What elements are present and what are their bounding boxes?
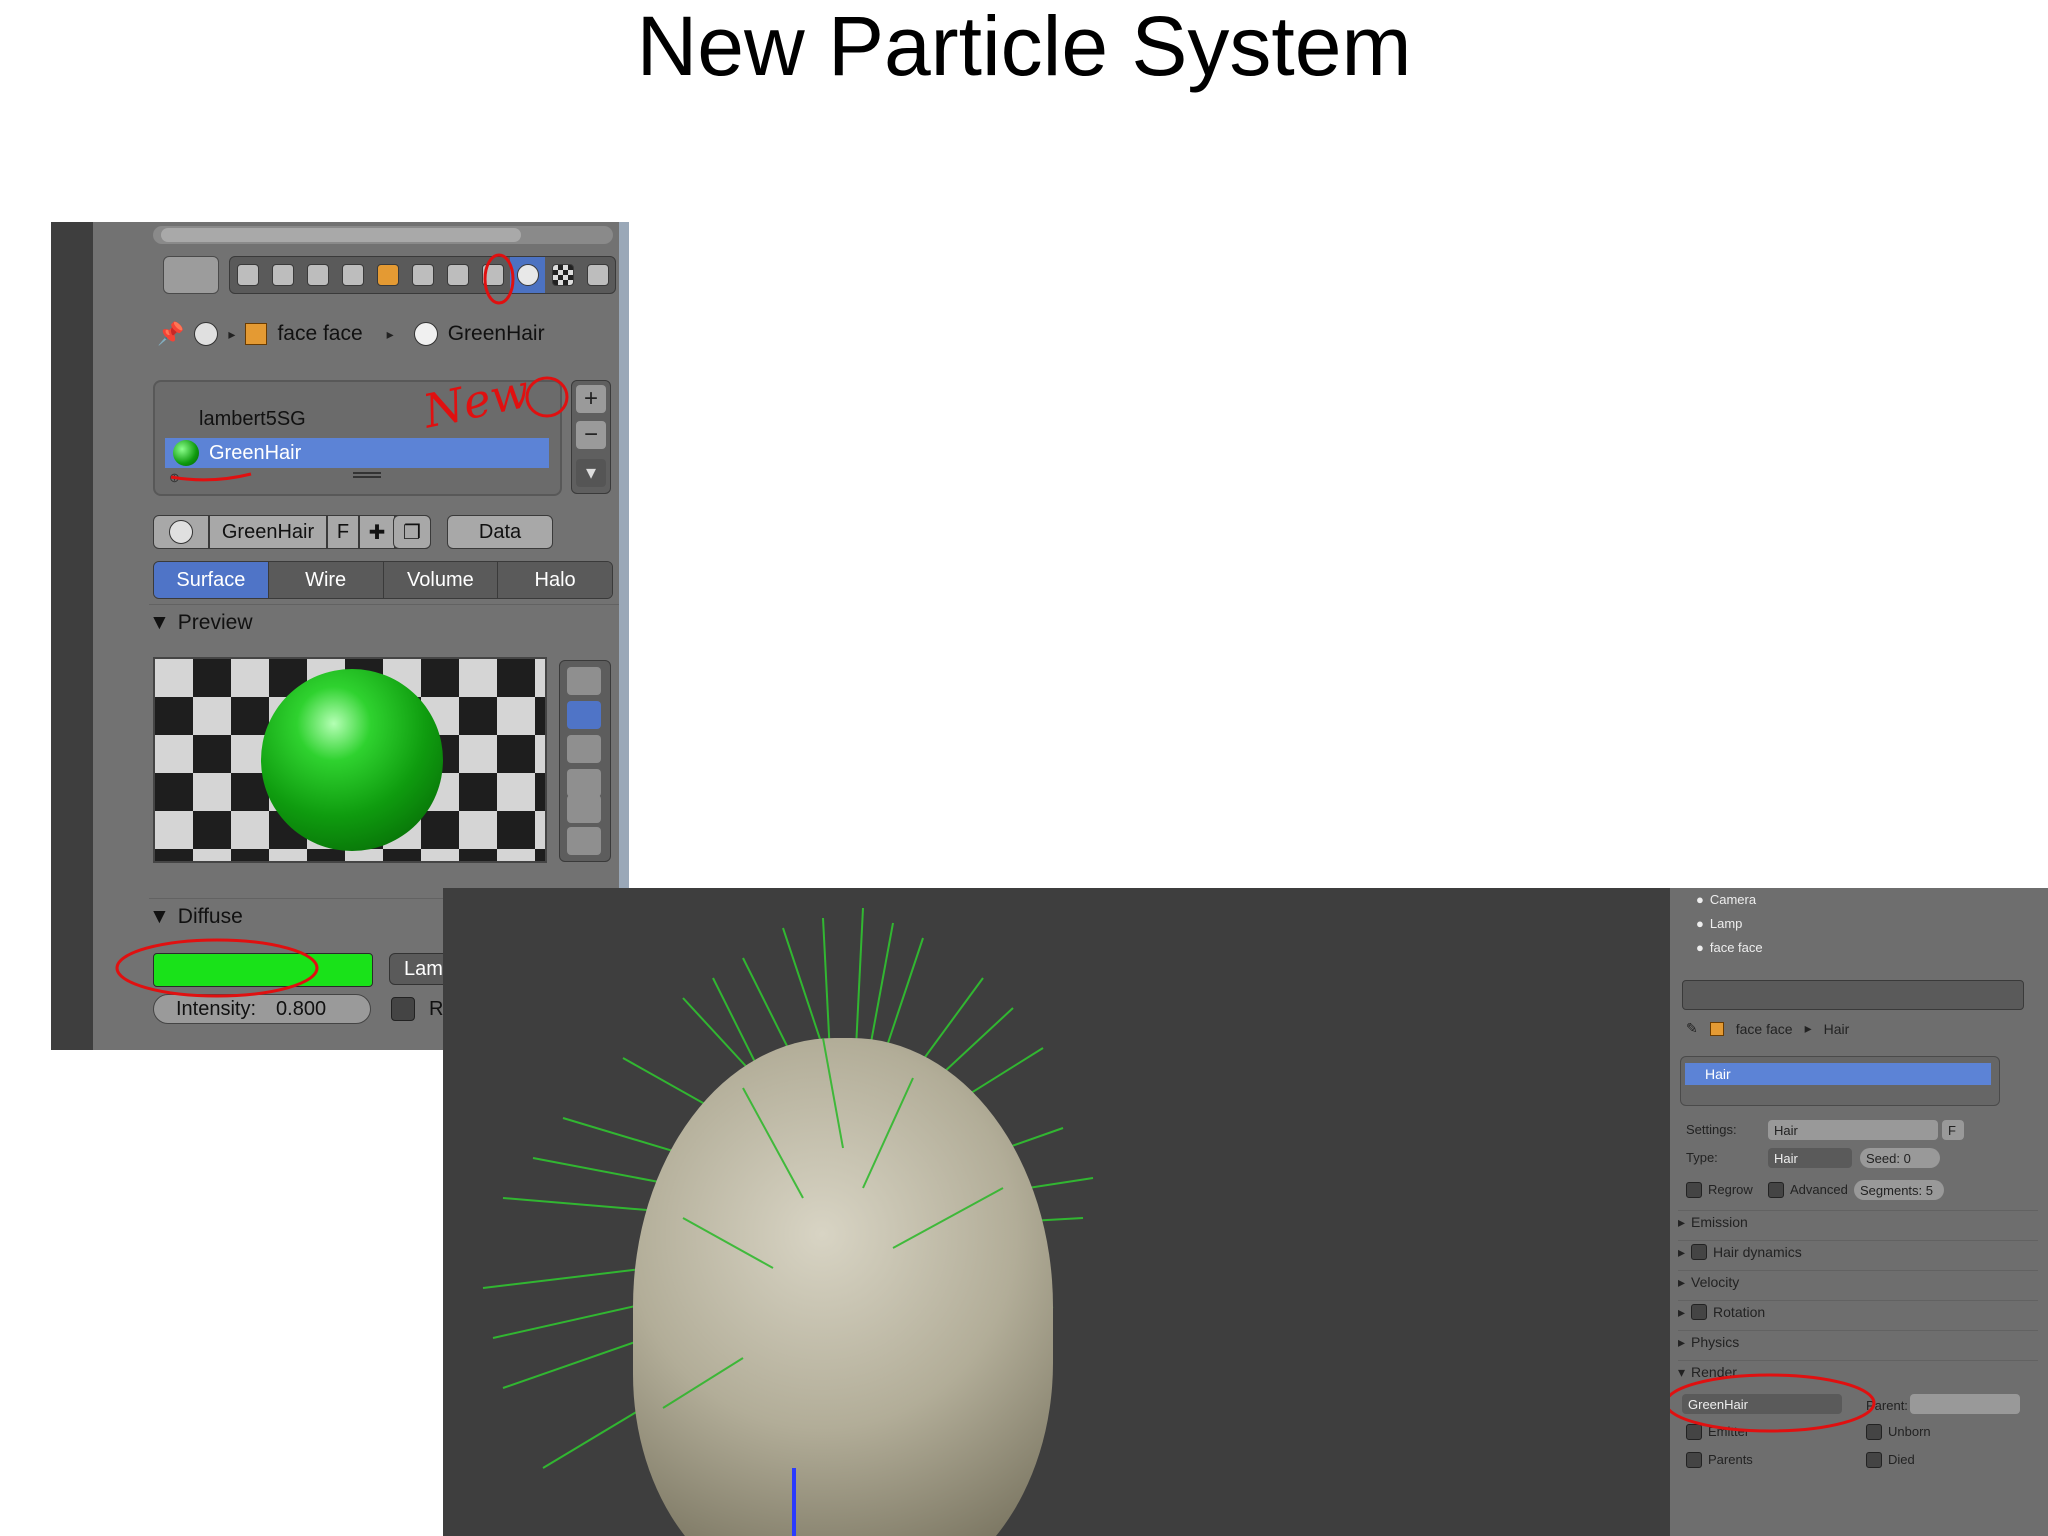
annotation-circle-color — [115, 938, 319, 998]
annotation-circle-material-tab — [483, 253, 515, 305]
z-axis-gizmo — [792, 1468, 796, 1536]
3d-viewport-screenshot: ● Camera ● Lamp ● face face ✎ face face ▸ H… — [443, 888, 2048, 1536]
red-annotation-render — [1670, 1373, 1876, 1433]
hair-strands-front — [662, 1037, 1004, 1409]
annotation-underline — [170, 472, 252, 482]
annotation-circle-render-material — [1670, 1373, 1876, 1433]
slide-title: New Particle System — [636, 0, 1412, 93]
particle-properties-panel: ● Camera ● Lamp ● face face ✎ face face ▸ H… — [1670, 888, 2048, 1536]
